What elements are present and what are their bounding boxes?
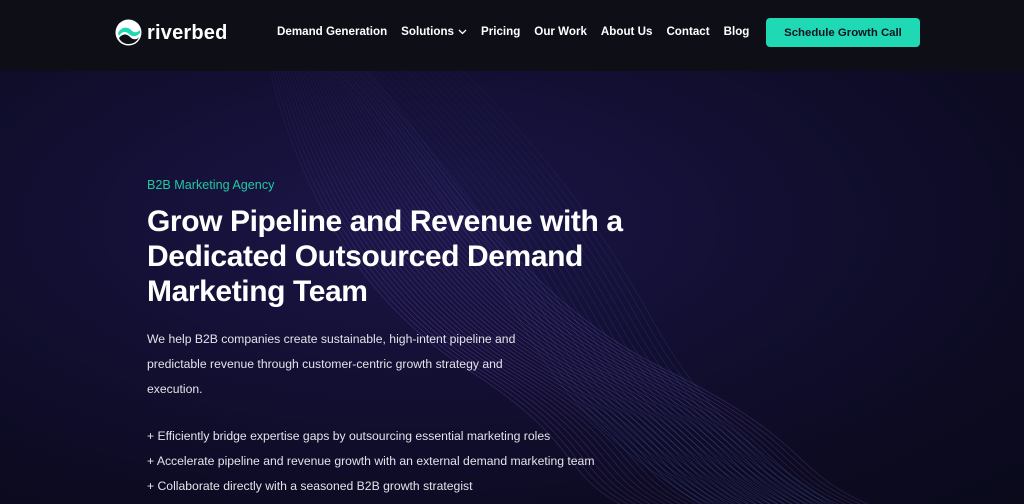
nav-label: Blog <box>723 25 750 38</box>
nav-label: Contact <box>666 25 710 38</box>
nav-label: About Us <box>600 25 653 38</box>
site-header: riverbed Demand Generation Solutions Pri… <box>0 0 1024 71</box>
nav-label: Solutions <box>401 25 454 38</box>
nav-solutions[interactable]: Solutions <box>401 25 467 39</box>
nav-about-us[interactable]: About Us <box>601 25 653 39</box>
brand-name: riverbed <box>147 21 228 44</box>
main-nav: Demand Generation Solutions Pricing Our … <box>277 25 763 39</box>
nav-demand-generation[interactable]: Demand Generation <box>277 25 387 39</box>
schedule-growth-call-button[interactable]: Schedule Growth Call <box>766 18 920 47</box>
hero-description: We help B2B companies create sustainable… <box>147 332 516 396</box>
hero-eyebrow: B2B Marketing Agency <box>147 178 275 192</box>
benefit-list: + Efficiently bridge expertise gaps by o… <box>147 424 747 499</box>
hero-headline: Grow Pipeline and Revenue with a Dedicat… <box>147 205 623 308</box>
nav-label: Demand Generation <box>277 25 388 38</box>
benefit-item: + Accelerate pipeline and revenue growth… <box>147 454 595 468</box>
nav-pricing[interactable]: Pricing <box>481 25 520 39</box>
chevron-down-icon <box>458 29 467 35</box>
nav-our-work[interactable]: Our Work <box>534 25 587 39</box>
riverbed-logo-icon <box>115 19 142 46</box>
page: riverbed Demand Generation Solutions Pri… <box>0 0 1024 504</box>
nav-label: Our Work <box>534 25 587 38</box>
riverbed-logo[interactable]: riverbed <box>115 19 228 46</box>
benefit-item: + Collaborate directly with a seasoned B… <box>147 479 473 493</box>
nav-label: Pricing <box>480 25 521 38</box>
nav-contact[interactable]: Contact <box>666 25 709 39</box>
hero-content: B2B Marketing Agency Grow Pipeline and R… <box>147 177 747 499</box>
benefit-item: + Efficiently bridge expertise gaps by o… <box>147 429 551 443</box>
nav-blog[interactable]: Blog <box>724 25 750 39</box>
hero-section: B2B Marketing Agency Grow Pipeline and R… <box>0 71 1024 504</box>
